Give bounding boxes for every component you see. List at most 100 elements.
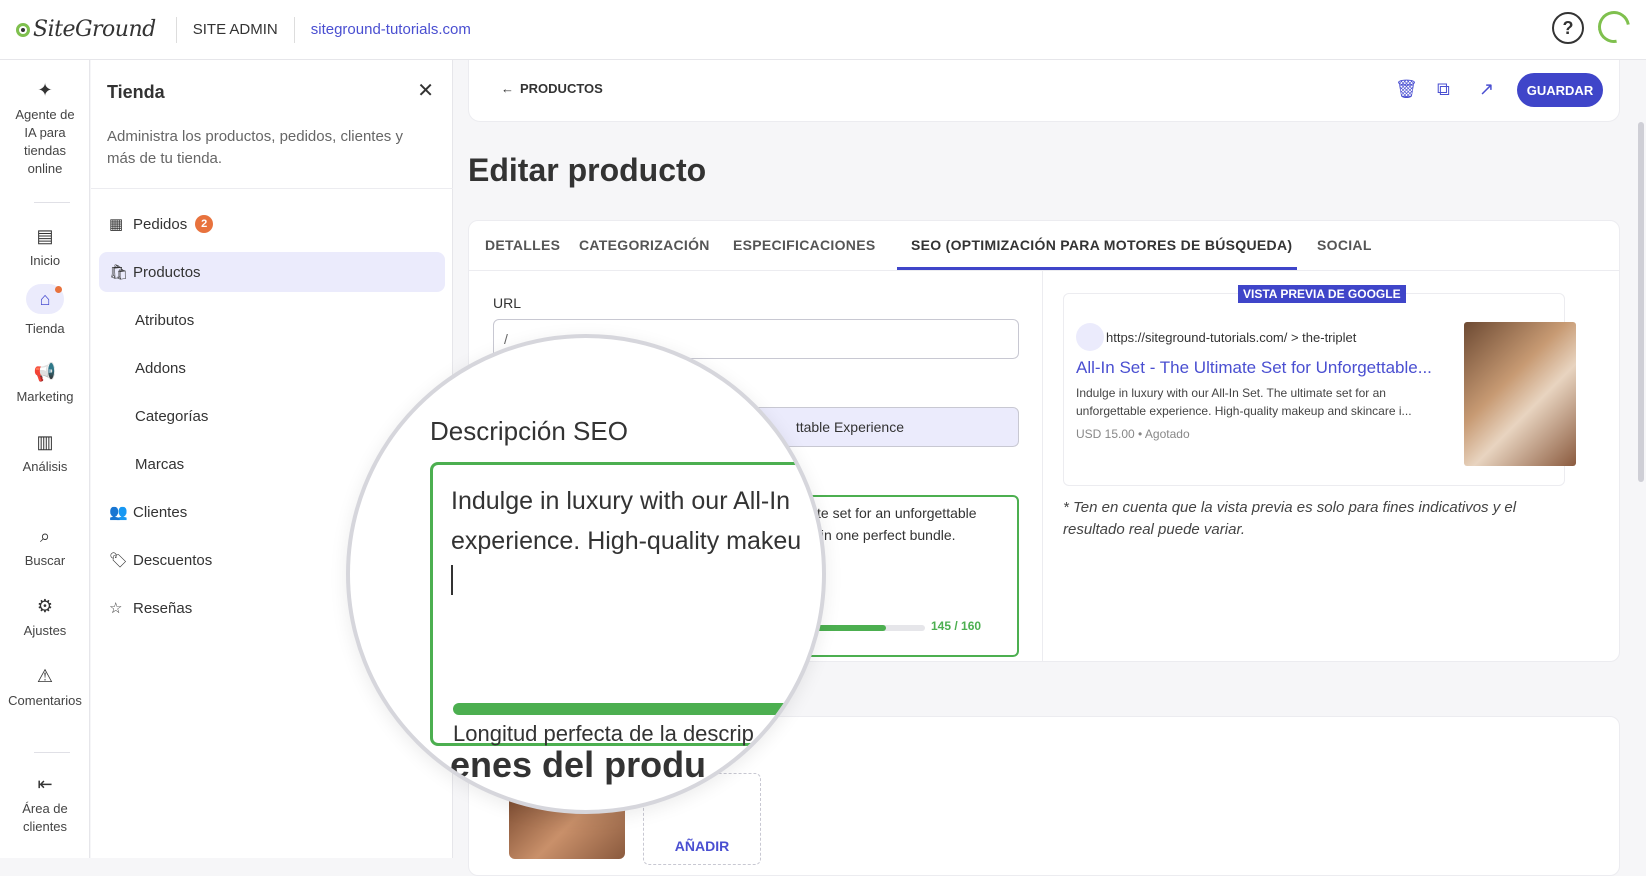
megaphone-icon: 📢: [33, 362, 57, 382]
site-admin-label: SITE ADMIN: [192, 21, 278, 38]
save-button[interactable]: GUARDAR: [1517, 73, 1603, 107]
exit-icon: ⇤: [37, 774, 53, 794]
rail-label: Área de clientes: [22, 801, 68, 834]
rail-label: Comentarios: [8, 693, 82, 708]
page-title: Editar producto: [468, 152, 707, 188]
add-image-label: AÑADIR: [674, 838, 730, 854]
nav-label: Reseñas: [133, 599, 193, 617]
preview-description: Indulge in luxury with our All-In Set. T…: [1076, 386, 1412, 418]
preview-title-link[interactable]: All-In Set - The Ultimate Set for Unforg…: [1076, 358, 1432, 378]
nav-attributes[interactable]: Atributos: [99, 300, 445, 340]
top-bar: SiteGround SITE ADMIN siteground-tutoria…: [0, 0, 1646, 60]
seo-description-label: Descripción SEO: [430, 416, 628, 446]
zoomed-line: Indulge in luxury with our All-In: [451, 487, 791, 515]
zoomed-line: experience. High-quality makeu: [451, 527, 802, 555]
preview-disclaimer: * Ten en cuenta que la vista previa es s…: [1063, 499, 1517, 538]
tab-categorization[interactable]: CATEGORIZACIÓN: [579, 237, 710, 253]
rail-comments[interactable]: ⚠ Comentarios: [0, 666, 90, 710]
nav-label: Addons: [135, 359, 186, 377]
question-icon: ?: [1562, 17, 1574, 38]
tab-specifications[interactable]: ESPECIFICACIONES: [733, 237, 876, 253]
panel-title: Tienda: [107, 82, 165, 102]
feedback-icon: ⚠: [36, 666, 54, 686]
action-bar: ← PRODUCTOS 🗑 ⧉ ↗ GUARDAR: [468, 60, 1620, 122]
google-preview-badge: VISTA PREVIA DE GOOGLE: [1238, 285, 1406, 303]
sparkle-icon: ✦: [37, 80, 53, 100]
rail-analytics[interactable]: ▥ Análisis: [0, 432, 90, 476]
active-tab-indicator: [897, 267, 1297, 270]
domain-link[interactable]: siteground-tutorials.com: [311, 21, 471, 38]
rail-label: Marketing: [16, 389, 74, 404]
google-preview: VISTA PREVIA DE GOOGLE https://sitegroun…: [1063, 285, 1576, 486]
tab-details[interactable]: DETALLES: [485, 237, 560, 253]
rail-ai-agent[interactable]: ✦ Agente de IA para tiendas online: [0, 80, 90, 178]
chart-icon: ▥: [36, 432, 54, 452]
dashboard-icon: ▤: [36, 226, 54, 246]
orders-count-badge: 2: [195, 215, 214, 233]
seo-description-line: in one perfect bundle.: [817, 527, 956, 543]
divider: [34, 202, 70, 203]
back-to-products[interactable]: ← PRODUCTOS: [501, 81, 603, 96]
search-icon: ⌕: [39, 526, 51, 546]
images-section-heading: enes del produ: [450, 744, 707, 785]
close-icon[interactable]: ✕: [417, 78, 434, 103]
preview-url: https://siteground-tutorials.com/ > the-…: [1106, 330, 1357, 345]
tab-bar: DETALLES CATEGORIZACIÓN ESPECIFICACIONES…: [469, 221, 1619, 271]
preview-price: USD 15.00 • Agotado: [1076, 427, 1190, 441]
magnifier-callout: Descripción SEO Indulge in luxury with o…: [346, 334, 826, 814]
scrollbar[interactable]: [1638, 122, 1644, 482]
product-image: [1464, 322, 1576, 466]
rail-label: Análisis: [22, 459, 68, 474]
store-icon: ⌂: [26, 284, 64, 314]
logo-text: SiteGround: [33, 17, 156, 42]
notification-dot: [55, 286, 62, 293]
rail-label: Tienda: [25, 321, 65, 336]
panel-description: Administra los productos, pedidos, clien…: [107, 128, 403, 167]
rail-client-area[interactable]: ⇤ Área de clientes: [0, 774, 90, 836]
siteground-logo-icon: [16, 22, 30, 37]
trash-icon[interactable]: 🗑: [1395, 79, 1418, 100]
siteground-logo[interactable]: SiteGround: [16, 17, 156, 42]
rail-home[interactable]: ▤ Inicio: [0, 226, 90, 270]
nav-label: Productos: [133, 263, 201, 281]
nav-label: Atributos: [135, 311, 195, 329]
rail-label: Agente de IA para tiendas online: [15, 107, 75, 176]
divider: [175, 16, 177, 43]
tag-icon: 🏷: [109, 552, 129, 569]
nav-label: Marcas: [135, 455, 185, 473]
nav-addons[interactable]: Addons: [99, 348, 445, 388]
duplicate-icon[interactable]: ⧉: [1437, 79, 1450, 100]
rail-settings[interactable]: ⚙ Ajustes: [0, 596, 90, 640]
tab-seo[interactable]: SEO (OPTIMIZACIÓN PARA MOTORES DE BÚSQUE…: [911, 237, 1292, 253]
siteground-spinner-icon[interactable]: [1591, 4, 1637, 50]
nav-orders[interactable]: ▦ Pedidos 2: [99, 204, 445, 244]
users-icon: 👥: [109, 504, 128, 521]
seo-description-zoomed[interactable]: Indulge in luxury with our All-In experi…: [430, 462, 822, 746]
zoomed-progress-bar: [453, 703, 822, 715]
nav-products[interactable]: 🛍 Productos: [99, 252, 445, 292]
receipt-icon: ▦: [109, 216, 124, 233]
help-button[interactable]: ?: [1552, 12, 1584, 44]
seo-description-line: te set for an unforgettable: [817, 505, 977, 521]
external-link-icon[interactable]: ↗: [1479, 79, 1494, 100]
url-label: URL: [493, 295, 522, 311]
rail-search[interactable]: ⌕ Buscar: [0, 526, 90, 570]
rail-label: Buscar: [24, 553, 66, 568]
rail-store[interactable]: ⌂ Tienda: [0, 284, 90, 338]
rail-marketing[interactable]: 📢 Marketing: [0, 362, 90, 406]
nav-label: Categorías: [135, 407, 209, 425]
star-icon: ☆: [109, 600, 123, 617]
arrow-left-icon: ←: [501, 81, 514, 96]
gear-icon: ⚙: [36, 596, 54, 616]
zoomed-description-text: Indulge in luxury with our All-In experi…: [451, 481, 822, 561]
nav-label: Descuentos: [133, 551, 213, 569]
seo-title-value: ttable Experience: [795, 419, 904, 435]
nav-label: Pedidos: [133, 215, 188, 233]
text-caret: [451, 565, 453, 595]
back-label: PRODUCTOS: [520, 81, 603, 96]
divider: [293, 16, 295, 43]
character-count: 145 / 160: [931, 619, 982, 633]
rail-label: Ajustes: [23, 623, 67, 638]
tab-social[interactable]: SOCIAL: [1317, 237, 1372, 253]
bag-icon: 🛍: [109, 264, 129, 281]
